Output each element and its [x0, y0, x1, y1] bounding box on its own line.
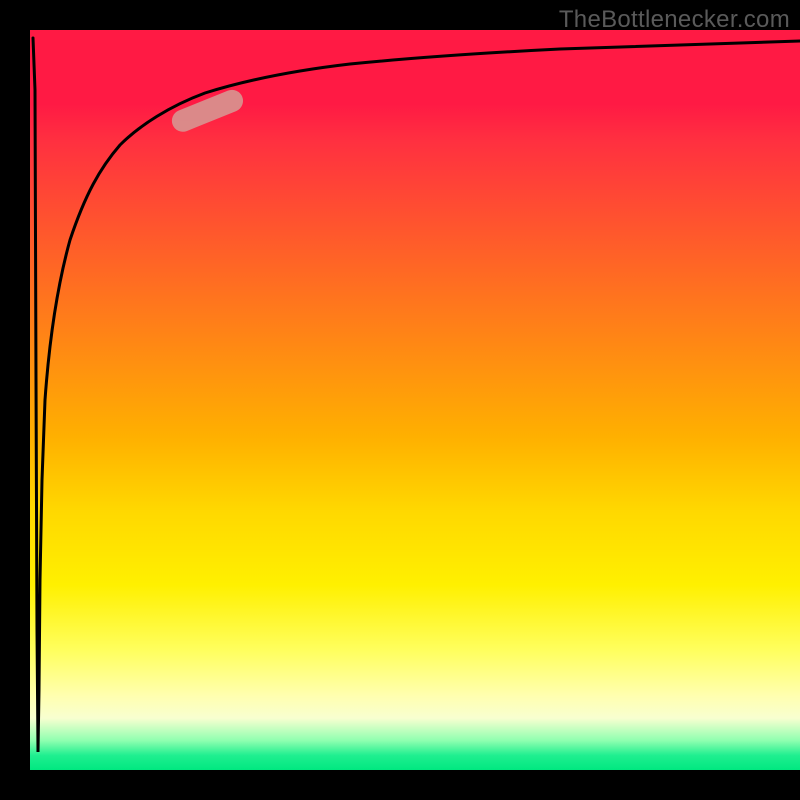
y-axis-bar: [0, 30, 30, 770]
x-axis-bar: [0, 770, 800, 800]
highlight-marker: [169, 87, 247, 135]
chart-container: TheBottlenecker.com: [0, 0, 800, 800]
watermark-text: TheBottlenecker.com: [559, 6, 790, 34]
marker-layer: [30, 30, 800, 770]
